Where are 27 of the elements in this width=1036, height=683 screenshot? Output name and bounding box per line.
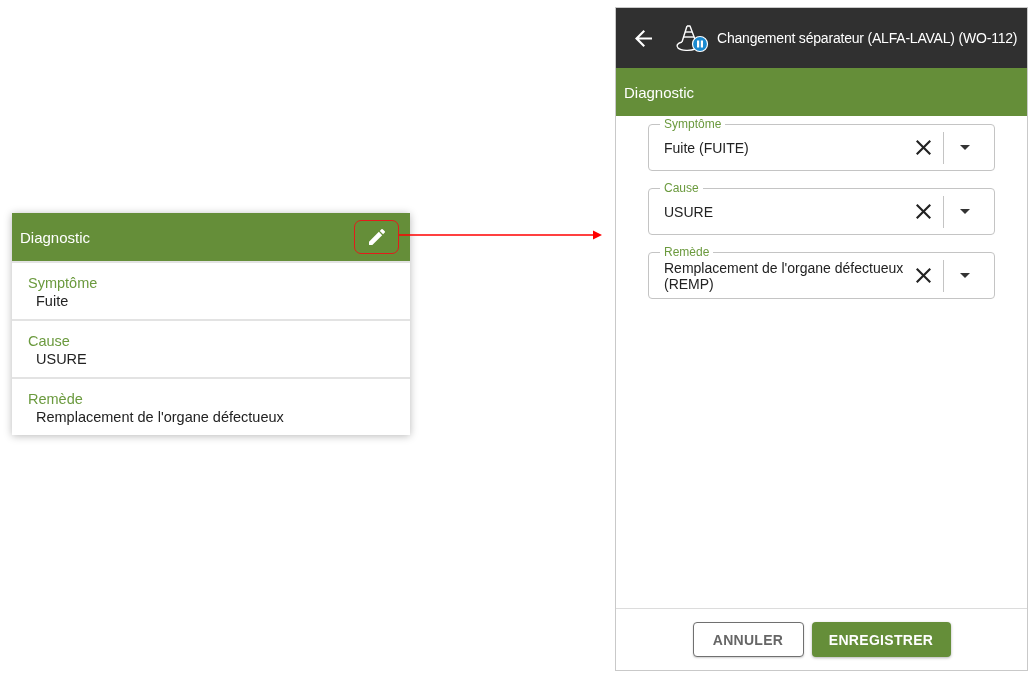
field-value: USURE [35,350,87,368]
field-label: Cause [660,181,703,195]
caret-down-icon[interactable] [960,209,970,214]
close-icon[interactable] [916,140,931,155]
field-label: Remède [660,245,714,259]
close-icon[interactable] [916,268,931,283]
card-title: Diagnostic [20,228,91,246]
field-label: Symptôme [28,274,98,292]
field-value: Fuite [35,292,69,310]
close-icon[interactable] [916,204,931,219]
caret-down-icon[interactable] [960,145,970,150]
edit-button[interactable] [354,220,399,254]
cancel-button[interactable]: ANNULER [692,622,804,657]
caret-down-icon[interactable] [960,273,970,278]
field-value: Remplacement de l'organe défectueux (REMP) [664,259,905,292]
field-label: Cause [28,332,70,350]
field-value: USURE [664,203,714,220]
save-button[interactable]: ENREGISTRER [811,622,951,657]
field-value: Fuite (FUITE) [664,139,750,156]
arrow-left-icon[interactable] [635,29,652,47]
app-title: Changement séparateur (ALFA-LAVAL) (WO-112) [717,30,1018,46]
pencil-icon [368,229,385,245]
field-value: Remplacement de l'organe défectueux [35,408,284,426]
field-label: Symptôme [660,117,726,131]
traffic-cone-pause-icon [675,23,709,53]
section-title: Diagnostic [624,83,695,101]
field-label: Remède [28,390,83,408]
